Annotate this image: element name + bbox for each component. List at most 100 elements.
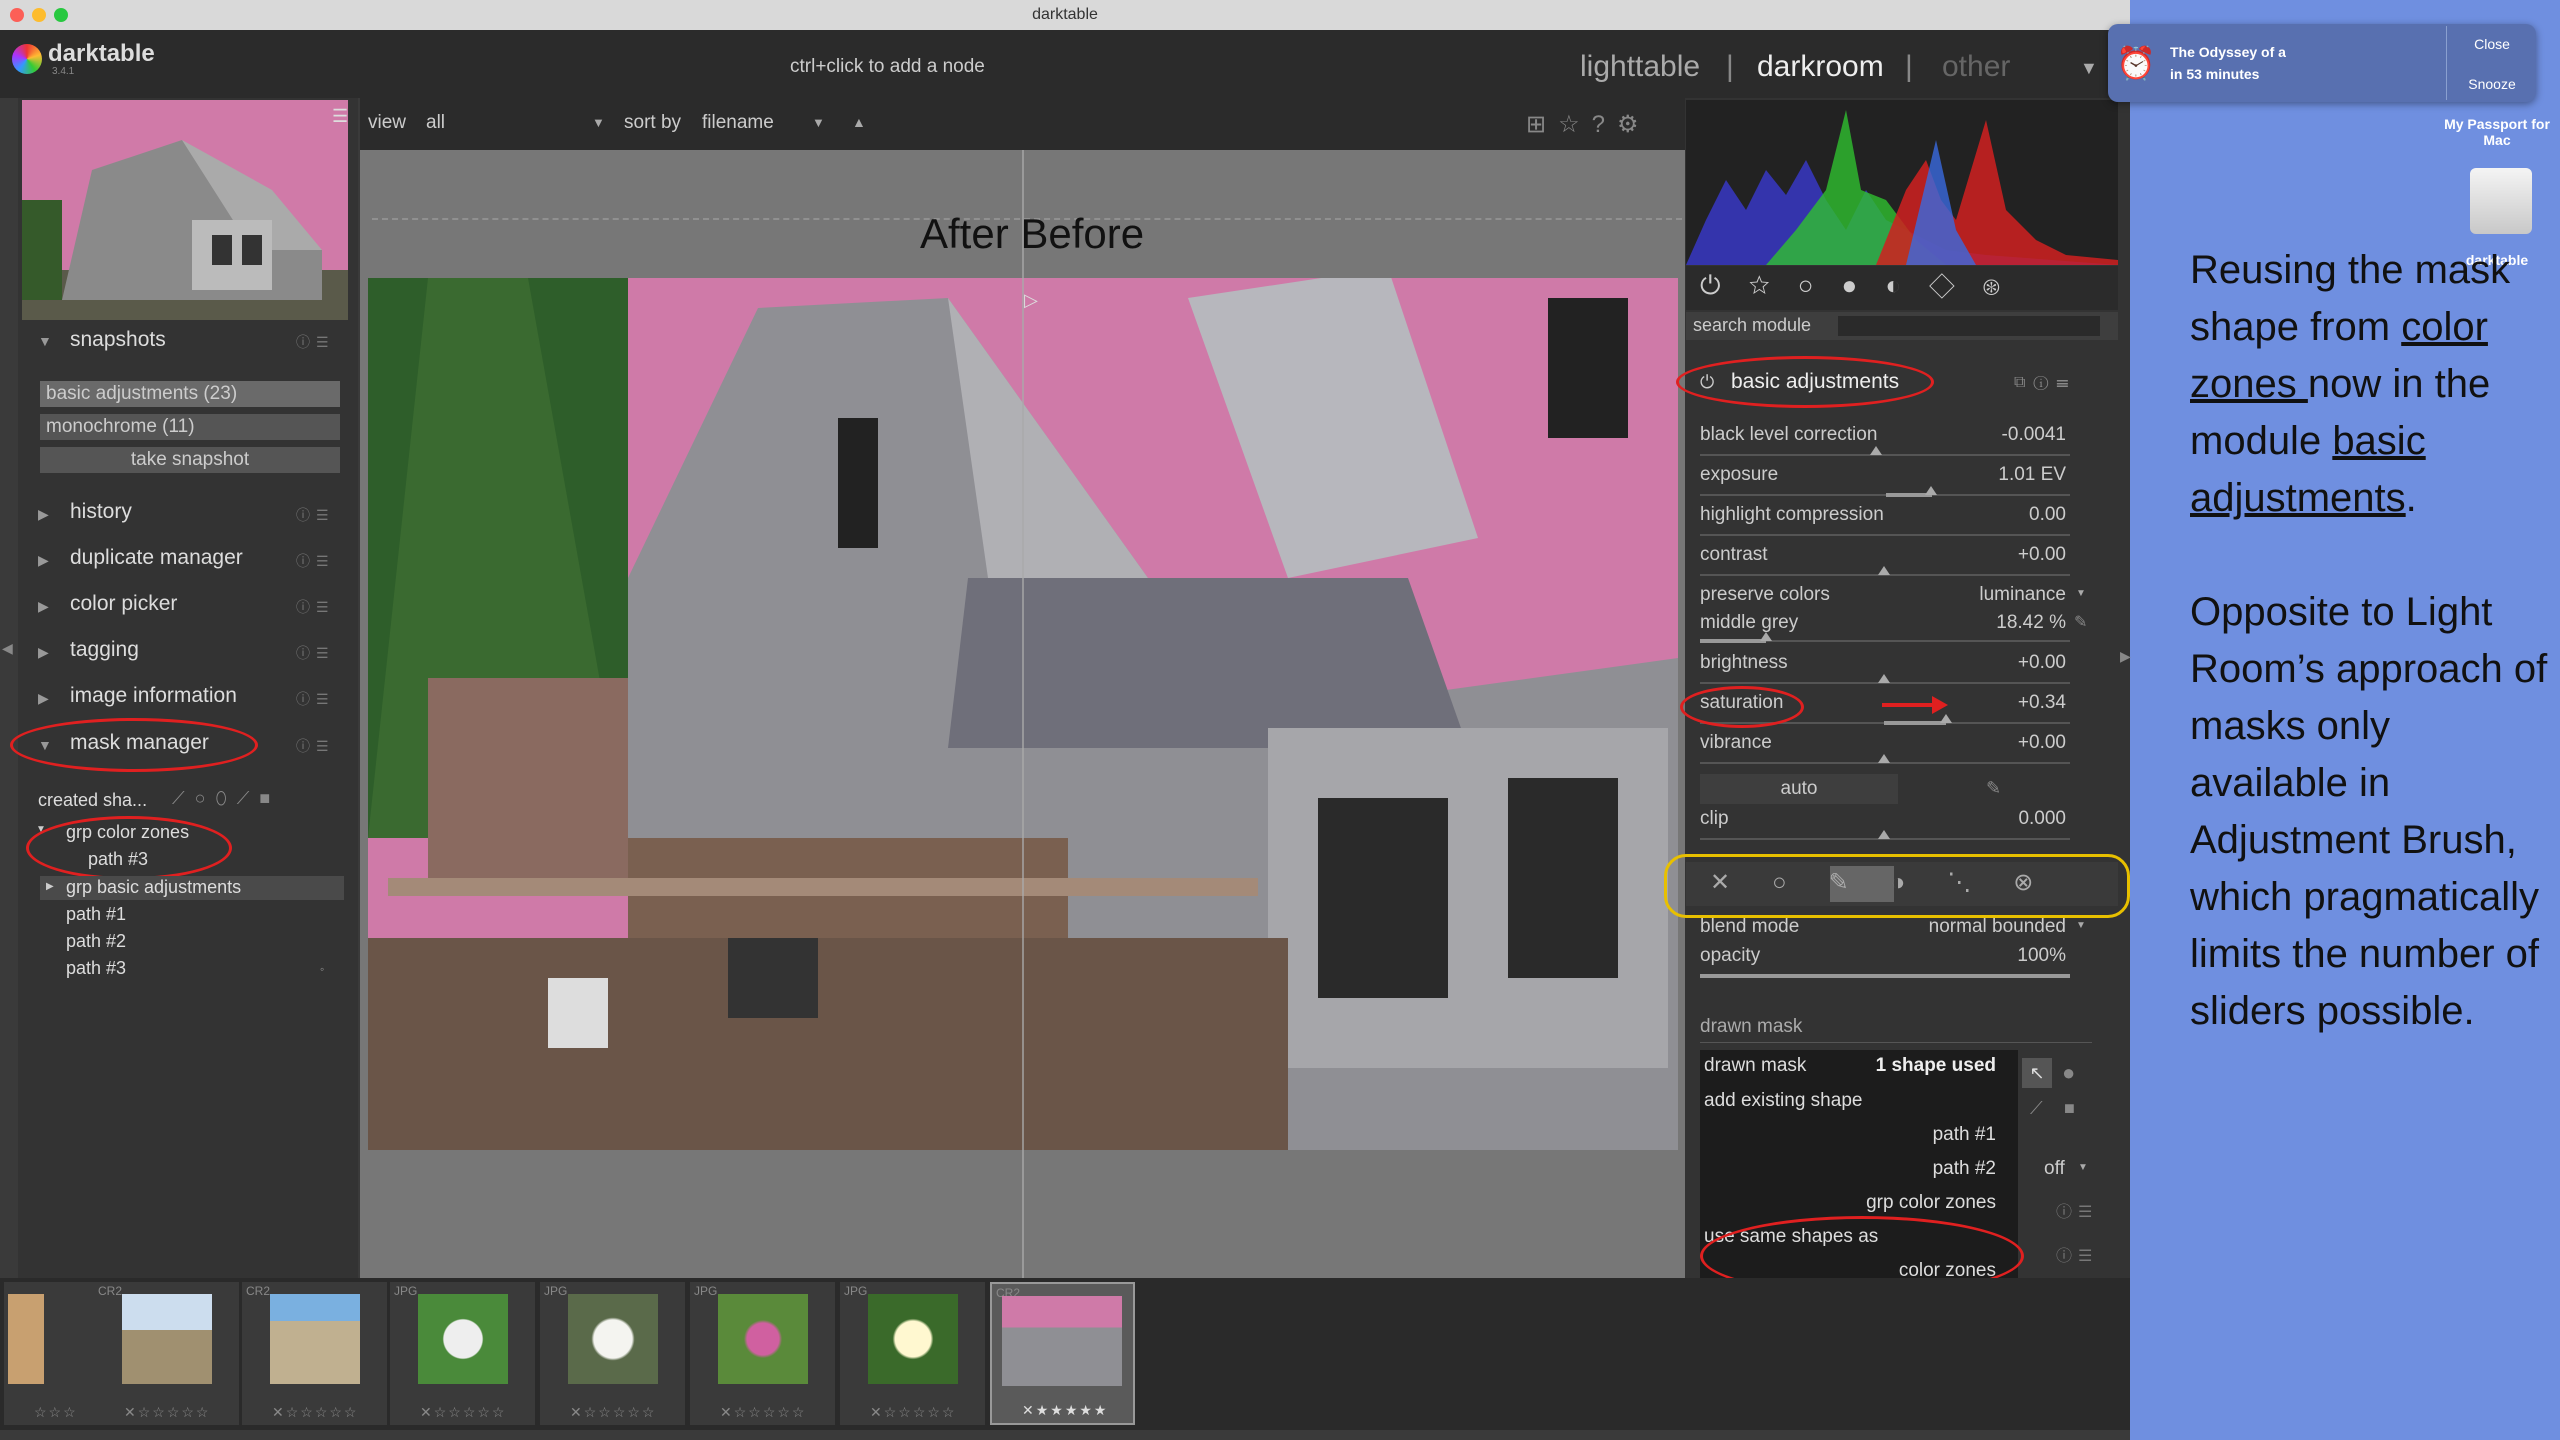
module-header-icons[interactable]: ⓘ☰ (296, 332, 335, 352)
star-rating[interactable]: ✕★★★★★ (1022, 1402, 1108, 1419)
slider-value[interactable]: +0.00 (1886, 732, 2066, 754)
star-rating[interactable]: ✕☆☆☆☆☆ (870, 1404, 956, 1421)
sort-order-icon[interactable]: ▲ (852, 114, 866, 130)
drive-icon[interactable] (2470, 168, 2532, 234)
slider-marker[interactable] (1878, 830, 1890, 839)
collapse-right-icon[interactable]: ▶ (2120, 648, 2131, 665)
slider-marker[interactable] (1878, 754, 1890, 763)
filmstrip-thumb[interactable]: CR2 ✕☆☆☆☆☆ (242, 1282, 387, 1425)
opacity-slider[interactable] (1700, 974, 2070, 978)
path-shape-icon[interactable]: ⟋ (2030, 1098, 2043, 1119)
slider-value[interactable]: -0.0041 (1886, 424, 2066, 446)
star-rating[interactable]: ✕☆☆☆☆☆ (420, 1404, 506, 1421)
blend-mode-select[interactable]: normal bounded (1886, 916, 2066, 938)
mask-path[interactable]: path #3 (66, 958, 126, 979)
module-header-icons[interactable]: ⓘ☰ (296, 505, 335, 525)
view-other[interactable]: other (1942, 50, 2010, 84)
module-history[interactable]: history (70, 500, 132, 524)
view-lighttable[interactable]: lighttable (1580, 50, 1700, 84)
mask-path[interactable]: path #1 (66, 904, 126, 925)
existing-shape-option[interactable]: path #2 (1856, 1158, 1996, 1180)
auto-button[interactable]: auto (1700, 774, 1898, 804)
take-snapshot-button[interactable]: take snapshot (40, 447, 340, 473)
opacity-value[interactable]: 100% (1886, 945, 2066, 967)
zoom-window-button[interactable] (54, 8, 68, 22)
module-group-icons[interactable]: ⏻☆○●◐◇⊛ (1700, 270, 2028, 302)
view-filter-select[interactable]: all (426, 112, 445, 134)
slider-marker[interactable] (1940, 714, 1952, 723)
mask-group-basic-adjustments[interactable]: grp basic adjustments (66, 877, 241, 898)
slider-value[interactable]: 0.00 (1886, 504, 2066, 526)
existing-shape-option[interactable]: path #1 (1856, 1124, 1996, 1146)
slider-value[interactable]: +0.00 (1886, 544, 2066, 566)
star-rating[interactable]: ✕☆☆☆☆☆ (570, 1404, 656, 1421)
drive-label[interactable]: My Passport for Mac (2432, 116, 2560, 148)
chevron-down-icon[interactable]: ▼ (2076, 920, 2086, 931)
color-picker-icon[interactable]: ✎ (2074, 612, 2087, 632)
snapshot-item[interactable]: monochrome (11) (40, 414, 340, 440)
highlight-compression-slider[interactable] (1700, 534, 2070, 536)
chevron-down-icon[interactable]: ▼ (812, 115, 825, 130)
module-header-icons[interactable]: ⧉ⓘ☰ (2014, 374, 2076, 392)
slider-value[interactable]: +0.00 (1886, 652, 2066, 674)
views-dropdown-icon[interactable]: ▼ (2080, 58, 2098, 79)
snapshot-item[interactable]: basic adjustments (23) (40, 381, 340, 407)
mask-combine-select[interactable]: off (2044, 1158, 2065, 1180)
notification-close-button[interactable]: Close (2450, 36, 2534, 52)
module-header-icons[interactable]: ⓘ☰ (2056, 1198, 2098, 1222)
slider-marker[interactable] (1878, 674, 1890, 683)
module-header-icons[interactable]: ⓘ☰ (296, 551, 335, 571)
module-header-icons[interactable]: ⓘ☰ (296, 643, 335, 663)
filmstrip-thumb-selected[interactable]: CR2 ✕★★★★★ (990, 1282, 1135, 1425)
filmstrip-thumb[interactable]: CR2 ✕☆☆☆☆☆ (94, 1282, 239, 1425)
star-rating[interactable]: ☆☆☆ (34, 1404, 78, 1421)
chevron-down-icon[interactable]: ▼ (2076, 588, 2086, 599)
slider-marker[interactable] (1878, 566, 1890, 575)
slider-value[interactable]: 18.42 % (1886, 612, 2066, 634)
module-tagging[interactable]: tagging (70, 638, 139, 662)
view-darkroom[interactable]: darkroom (1757, 50, 1884, 84)
divider-handle-icon[interactable]: ▷ (1024, 290, 1038, 311)
star-rating[interactable]: ✕☆☆☆☆☆ (720, 1404, 806, 1421)
module-image-information[interactable]: image information (70, 684, 237, 708)
snapshots-header[interactable]: snapshots (70, 328, 166, 352)
slider-value[interactable]: 1.01 EV (1886, 464, 2066, 486)
search-module-input[interactable] (1838, 316, 2100, 336)
minimize-window-button[interactable] (32, 8, 46, 22)
preserve-colors-select[interactable]: luminance (1886, 584, 2066, 606)
filmstrip-thumb[interactable]: JPG ✕☆☆☆☆☆ (390, 1282, 535, 1425)
filmstrip-thumb[interactable]: JPG ✕☆☆☆☆☆ (840, 1282, 985, 1425)
circle-shape-icon[interactable]: ● (2062, 1060, 2075, 1086)
filmstrip-thumb[interactable]: JPG ✕☆☆☆☆☆ (690, 1282, 835, 1425)
module-header-icons[interactable]: ⓘ☰ (296, 689, 335, 709)
filmstrip-thumb[interactable]: JPG ✕☆☆☆☆☆ (540, 1282, 685, 1425)
picker-icon[interactable]: ✎ (1986, 778, 2001, 799)
notification-snooze-button[interactable]: Snooze (2450, 76, 2534, 92)
brush-shape-icon[interactable]: ■ (2064, 1098, 2075, 1119)
module-header-icons[interactable]: ⓘ☰ (2056, 1242, 2098, 1266)
mask-path[interactable]: path #2 (66, 931, 126, 952)
navigation-thumbnail[interactable] (22, 100, 348, 320)
slider-marker[interactable] (1925, 486, 1937, 495)
before-after-divider[interactable] (1022, 150, 1024, 1280)
module-color-picker[interactable]: color picker (70, 592, 177, 616)
chevron-down-icon[interactable]: ▼ (2078, 1162, 2088, 1173)
histogram[interactable] (1686, 100, 2118, 265)
chevron-down-icon[interactable]: ▼ (592, 115, 605, 130)
navigation-menu-icon[interactable]: ☰ (332, 106, 348, 127)
star-rating[interactable]: ✕☆☆☆☆☆ (124, 1404, 210, 1421)
shape-tools-icons[interactable]: ⟋○⬯⟋■ (172, 788, 280, 809)
toolbar-right-icons[interactable]: ⊞☆?⚙ (1526, 110, 1651, 139)
module-header-icons[interactable]: ⓘ☰ (296, 597, 335, 617)
exposure-slider[interactable] (1700, 494, 2070, 496)
close-window-button[interactable] (10, 8, 24, 22)
existing-shape-option[interactable]: grp color zones (1796, 1192, 1996, 1214)
black-level-slider[interactable] (1700, 454, 2070, 456)
clip-value[interactable]: 0.000 (1886, 808, 2066, 830)
collapse-left-icon[interactable]: ◀ (2, 640, 13, 657)
sort-by-select[interactable]: filename (702, 112, 774, 134)
star-rating[interactable]: ✕☆☆☆☆☆ (272, 1404, 358, 1421)
slider-marker[interactable] (1760, 632, 1772, 641)
slider-marker[interactable] (1870, 446, 1882, 455)
show-mask-button[interactable]: ↖ (2022, 1058, 2052, 1088)
